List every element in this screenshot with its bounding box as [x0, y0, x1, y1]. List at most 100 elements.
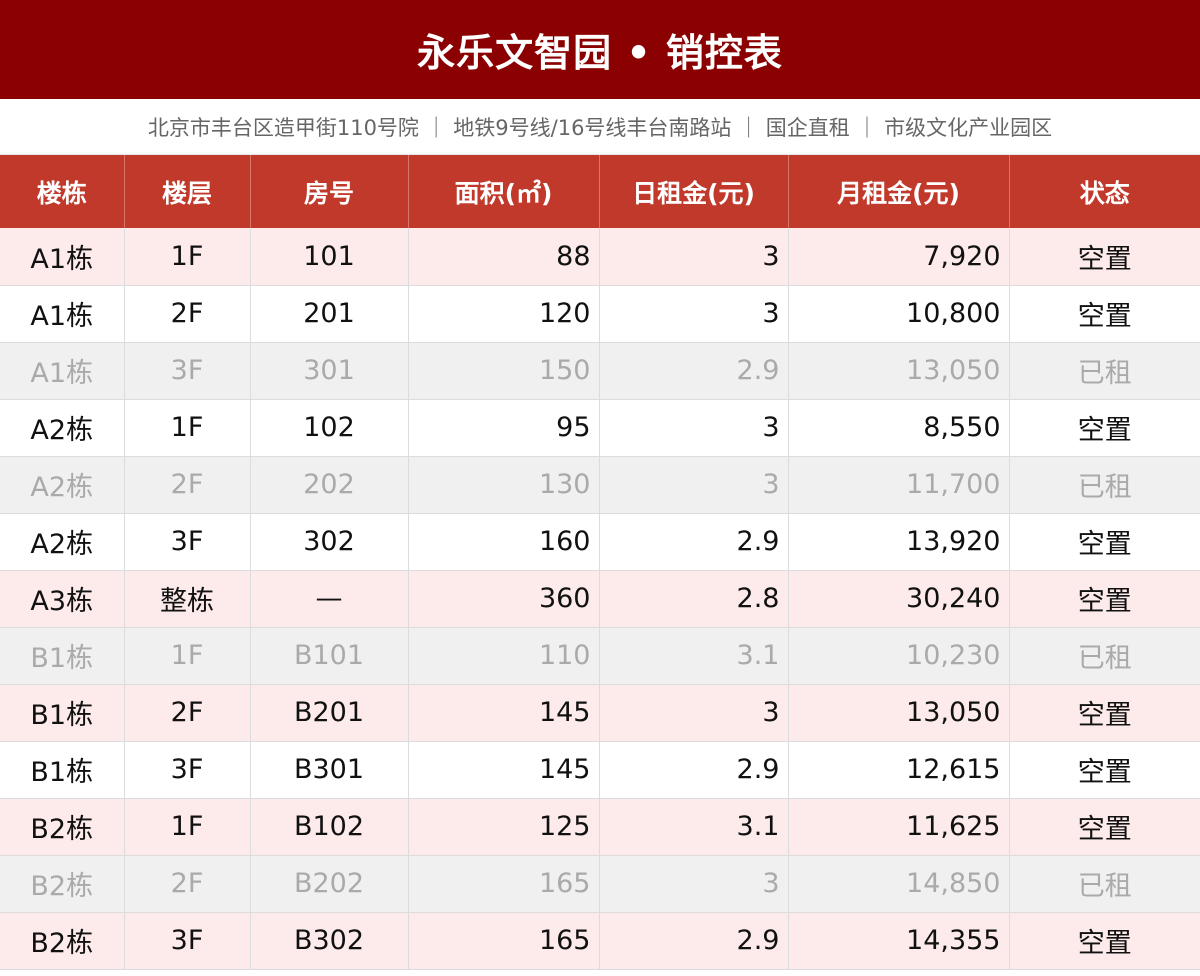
- floor-cell: 整栋: [124, 570, 251, 628]
- status-cell: 已租: [1009, 855, 1200, 913]
- daily-rent-cell: 2.9: [599, 741, 789, 799]
- room-cell: B102: [250, 798, 409, 856]
- area-cell: 88: [408, 228, 600, 286]
- monthly-rent-cell: 7,920: [788, 228, 1010, 286]
- floor-cell: 2F: [124, 855, 251, 913]
- building-cell: A1栋: [0, 342, 125, 400]
- floor-cell: 2F: [124, 285, 251, 343]
- monthly-rent-cell: 11,625: [788, 798, 1010, 856]
- status-cell: 空置: [1009, 684, 1200, 742]
- status-cell: 空置: [1009, 912, 1200, 970]
- room-cell: B302: [250, 912, 409, 970]
- monthly-rent-cell: 13,050: [788, 684, 1010, 742]
- room-cell: B101: [250, 627, 409, 685]
- status-cell: 空置: [1009, 513, 1200, 571]
- column-header-room: 房号: [250, 155, 409, 228]
- building-cell: B1栋: [0, 684, 125, 742]
- room-cell: B201: [250, 684, 409, 742]
- building-cell: A2栋: [0, 456, 125, 514]
- monthly-rent-cell: 8,550: [788, 399, 1010, 457]
- building-cell: B2栋: [0, 912, 125, 970]
- monthly-rent-cell: 13,920: [788, 513, 1010, 571]
- sales-control-table: 楼栋 楼层 房号 面积(㎡) 日租金(元) 月租金(元) 状态 A1栋 1F 101…: [0, 155, 1200, 970]
- monthly-rent-cell: 14,355: [788, 912, 1010, 970]
- room-cell: B301: [250, 741, 409, 799]
- floor-cell: 3F: [124, 513, 251, 571]
- area-cell: 165: [408, 855, 600, 913]
- floor-cell: 2F: [124, 456, 251, 514]
- daily-rent-cell: 3: [599, 456, 789, 514]
- table-row: A1栋 3F 301 150 2.9 13,050 已租: [0, 342, 1200, 400]
- room-cell: B202: [250, 855, 409, 913]
- daily-rent-cell: 2.8: [599, 570, 789, 628]
- room-cell: 202: [250, 456, 409, 514]
- building-cell: A2栋: [0, 513, 125, 571]
- column-header-floor: 楼层: [124, 155, 251, 228]
- floor-cell: 1F: [124, 798, 251, 856]
- status-cell: 已租: [1009, 342, 1200, 400]
- daily-rent-cell: 3.1: [599, 627, 789, 685]
- table-row: B2栋 3F B302 165 2.9 14,355 空置: [0, 912, 1200, 970]
- table-header-row: 楼栋 楼层 房号 面积(㎡) 日租金(元) 月租金(元) 状态: [0, 155, 1200, 228]
- area-cell: 160: [408, 513, 600, 571]
- table-row: B2栋 1F B102 125 3.1 11,625 空置: [0, 798, 1200, 856]
- floor-cell: 1F: [124, 399, 251, 457]
- monthly-rent-cell: 11,700: [788, 456, 1010, 514]
- area-cell: 110: [408, 627, 600, 685]
- column-header-status: 状态: [1009, 155, 1200, 228]
- building-cell: B1栋: [0, 627, 125, 685]
- daily-rent-cell: 3: [599, 684, 789, 742]
- table-row: B1栋 2F B201 145 3 13,050 空置: [0, 684, 1200, 742]
- column-header-building: 楼栋: [0, 155, 125, 228]
- area-cell: 145: [408, 684, 600, 742]
- building-cell: B1栋: [0, 741, 125, 799]
- table-row: A2栋 1F 102 95 3 8,550 空置: [0, 399, 1200, 457]
- monthly-rent-cell: 10,800: [788, 285, 1010, 343]
- table-row: A1栋 2F 201 120 3 10,800 空置: [0, 285, 1200, 343]
- column-header-area: 面积(㎡): [408, 155, 600, 228]
- table-body: A1栋 1F 101 88 3 7,920 空置 A1栋 2F 201 120 3 10,800 空置 A1…: [0, 228, 1200, 970]
- monthly-rent-cell: 10,230: [788, 627, 1010, 685]
- page-subtitle: 北京市丰台区造甲街110号院 ｜ 地铁9号线/16号线丰台南路站 ｜ 国企直租 …: [0, 99, 1200, 155]
- room-cell: 102: [250, 399, 409, 457]
- room-cell: 301: [250, 342, 409, 400]
- column-header-monthly-rent: 月租金(元): [788, 155, 1010, 228]
- daily-rent-cell: 2.9: [599, 912, 789, 970]
- table-row: A3栋 整栋 —360 2.8 30,240 空置: [0, 570, 1200, 628]
- daily-rent-cell: 2.9: [599, 342, 789, 400]
- daily-rent-cell: 3.1: [599, 798, 789, 856]
- room-cell: 101: [250, 228, 409, 286]
- daily-rent-cell: 3: [599, 399, 789, 457]
- floor-cell: 1F: [124, 627, 251, 685]
- building-cell: B2栋: [0, 798, 125, 856]
- table-row: B1栋 1F B101 110 3.1 10,230 已租: [0, 627, 1200, 685]
- area-cell: 125: [408, 798, 600, 856]
- table-row: A1栋 1F 101 88 3 7,920 空置: [0, 228, 1200, 286]
- building-cell: A1栋: [0, 228, 125, 286]
- monthly-rent-cell: 30,240: [788, 570, 1010, 628]
- building-cell: A3栋: [0, 570, 125, 628]
- area-cell: 130: [408, 456, 600, 514]
- table-row: A2栋 3F 302 160 2.9 13,920 空置: [0, 513, 1200, 571]
- floor-cell: 3F: [124, 342, 251, 400]
- table-row: A2栋 2F 202 130 3 11,700 已租: [0, 456, 1200, 514]
- floor-cell: 3F: [124, 741, 251, 799]
- area-cell: 150: [408, 342, 600, 400]
- daily-rent-cell: 3: [599, 855, 789, 913]
- table-row: B1栋 3F B301 145 2.9 12,615 空置: [0, 741, 1200, 799]
- monthly-rent-cell: 13,050: [788, 342, 1010, 400]
- floor-cell: 3F: [124, 912, 251, 970]
- status-cell: 空置: [1009, 228, 1200, 286]
- area-cell: 120: [408, 285, 600, 343]
- building-cell: A2栋: [0, 399, 125, 457]
- status-cell: 空置: [1009, 285, 1200, 343]
- daily-rent-cell: 3: [599, 228, 789, 286]
- area-cell: 165: [408, 912, 600, 970]
- room-cell: 302: [250, 513, 409, 571]
- column-header-daily-rent: 日租金(元): [599, 155, 789, 228]
- room-cell: 201: [250, 285, 409, 343]
- monthly-rent-cell: 12,615: [788, 741, 1010, 799]
- status-cell: 空置: [1009, 798, 1200, 856]
- area-cell: 95: [408, 399, 600, 457]
- status-cell: 空置: [1009, 570, 1200, 628]
